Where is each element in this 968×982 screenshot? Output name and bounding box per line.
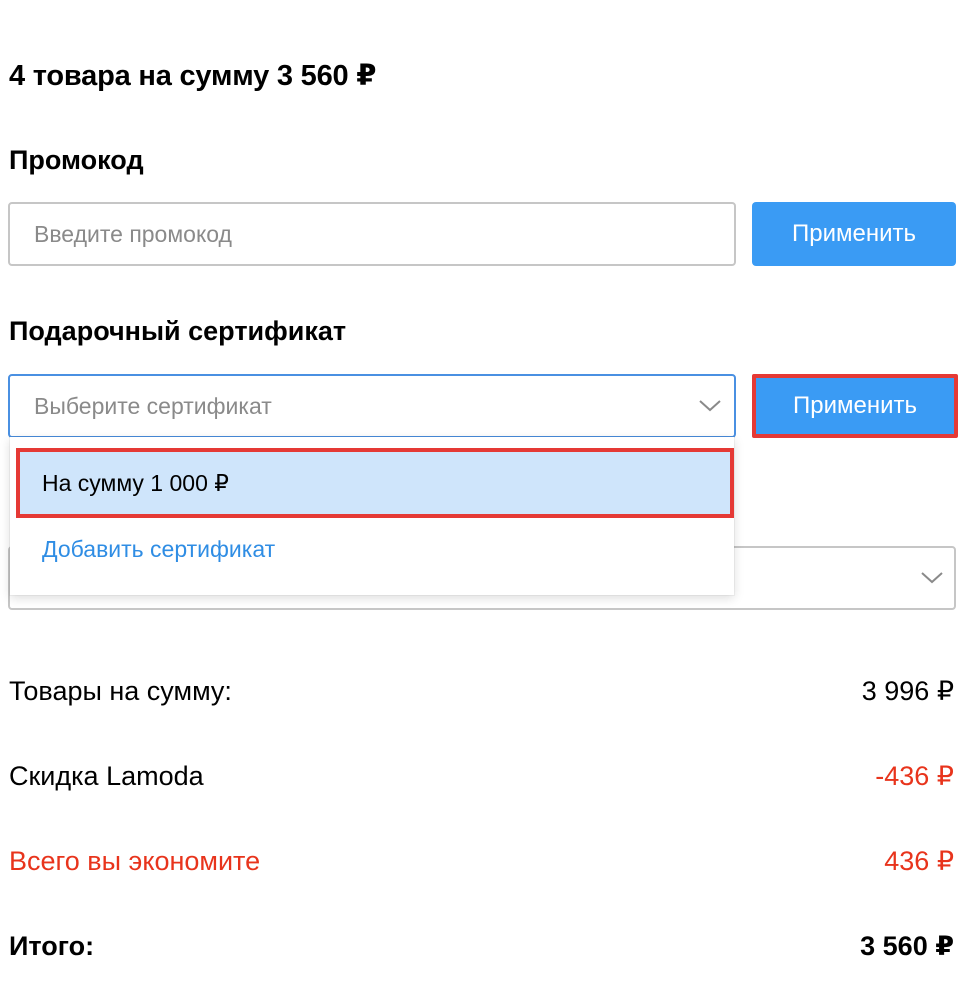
- chevron-down-icon: [921, 572, 943, 584]
- promo-field[interactable]: [8, 202, 736, 266]
- savings-label: Всего вы экономите: [9, 846, 261, 876]
- promo-heading: Промокод: [9, 145, 144, 175]
- add-certificate-link[interactable]: Добавить сертификат: [42, 533, 275, 565]
- totals-row-discount: Скидка Lamoda -436 ₽: [9, 756, 954, 796]
- certificate-option-1000[interactable]: На сумму 1 000 ₽: [16, 448, 734, 518]
- totals-label: Товары на сумму:: [9, 676, 232, 706]
- promo-input[interactable]: [10, 204, 734, 264]
- certificate-select[interactable]: Выберите сертификат: [8, 374, 736, 438]
- certificate-dropdown: На сумму 1 000 ₽ Добавить сертификат: [10, 437, 734, 595]
- total-value: 3 560 ₽: [860, 931, 954, 961]
- totals-row-goods: Товары на сумму: 3 996 ₽: [9, 671, 954, 711]
- certificate-apply-button[interactable]: Применить: [752, 374, 958, 438]
- promo-apply-button[interactable]: Применить: [752, 202, 956, 266]
- totals-value: 3 996 ₽: [861, 676, 954, 706]
- certificate-select-placeholder: Выберите сертификат: [34, 393, 272, 419]
- totals-row-total: Итого: 3 560 ₽: [9, 926, 954, 966]
- total-label: Итого:: [9, 931, 95, 961]
- savings-value: 436 ₽: [884, 846, 954, 876]
- order-summary-title: 4 товара на сумму 3 560 ₽: [9, 60, 377, 92]
- chevron-down-icon: [699, 400, 721, 412]
- totals-label: Скидка Lamoda: [9, 761, 204, 791]
- discount-value: -436 ₽: [875, 761, 954, 791]
- totals-row-savings: Всего вы экономите 436 ₽: [9, 841, 954, 881]
- certificate-heading: Подарочный сертификат: [9, 316, 347, 346]
